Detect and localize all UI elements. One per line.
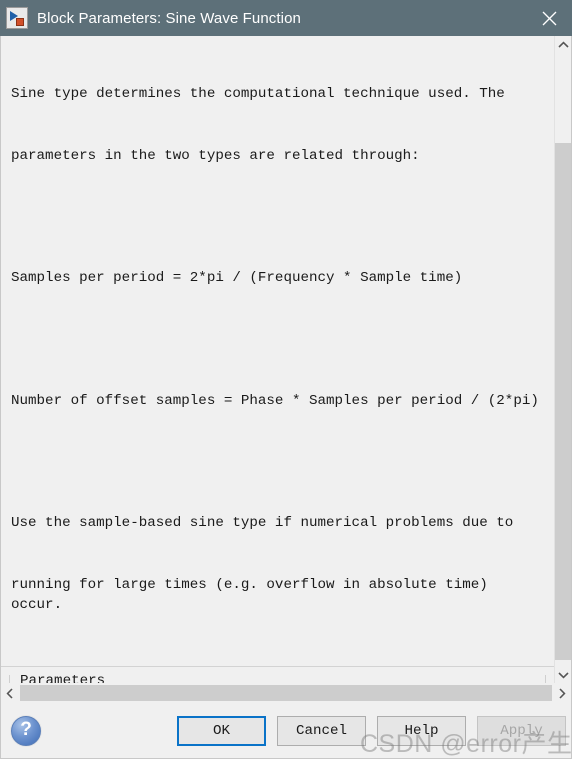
description-line: Use the sample-based sine type if numeri… bbox=[11, 515, 514, 531]
scrollable-content: Sine type determines the computational t… bbox=[1, 36, 554, 683]
vertical-scrollbar-thumb[interactable] bbox=[555, 143, 571, 660]
description-spacer bbox=[11, 207, 544, 227]
vertical-scrollbar[interactable] bbox=[554, 36, 571, 683]
description-spacer bbox=[11, 330, 544, 350]
apply-button: Apply bbox=[477, 715, 566, 746]
parameters-group-legend: Parameters bbox=[10, 672, 545, 684]
dialog-content: Sine type determines the computational t… bbox=[0, 36, 572, 683]
scroll-left-icon[interactable] bbox=[1, 683, 19, 703]
scroll-down-icon[interactable] bbox=[555, 666, 571, 683]
block-parameters-dialog: Block Parameters: Sine Wave Function Sin… bbox=[0, 0, 572, 759]
parameters-legend-label: Parameters bbox=[20, 672, 106, 684]
scroll-right-icon[interactable] bbox=[553, 683, 571, 703]
close-icon[interactable] bbox=[526, 0, 572, 36]
parameters-group: Parameters Sine type: Time based Time (t… bbox=[9, 672, 546, 684]
horizontal-scrollbar[interactable] bbox=[0, 683, 572, 703]
title-bar: Block Parameters: Sine Wave Function bbox=[0, 0, 572, 36]
ok-button[interactable]: OK bbox=[177, 715, 266, 746]
help-icon[interactable]: ? bbox=[11, 715, 41, 746]
cancel-button[interactable]: Cancel bbox=[277, 715, 366, 746]
description-spacer bbox=[11, 452, 544, 472]
window-title: Block Parameters: Sine Wave Function bbox=[37, 9, 301, 27]
scroll-up-icon[interactable] bbox=[555, 36, 571, 53]
description-line: Number of offset samples = Phase * Sampl… bbox=[11, 392, 539, 409]
description-text: Sine type determines the computational t… bbox=[1, 36, 554, 667]
description-line: Samples per period = 2*pi / (Frequency *… bbox=[11, 270, 463, 286]
horizontal-scrollbar-thumb[interactable] bbox=[20, 685, 552, 701]
description-line: parameters in the two types are related … bbox=[11, 147, 420, 164]
description-line: Sine type determines the computational t… bbox=[11, 86, 505, 102]
simulink-block-icon bbox=[6, 7, 28, 29]
help-icon-glyph: ? bbox=[20, 719, 32, 740]
dialog-button-bar: OK Cancel Help Apply bbox=[177, 715, 572, 746]
description-line: running for large times (e.g. overflow i… bbox=[11, 576, 497, 614]
dialog-footer: ? OK Cancel Help Apply bbox=[0, 703, 572, 759]
help-button[interactable]: Help bbox=[377, 715, 466, 746]
